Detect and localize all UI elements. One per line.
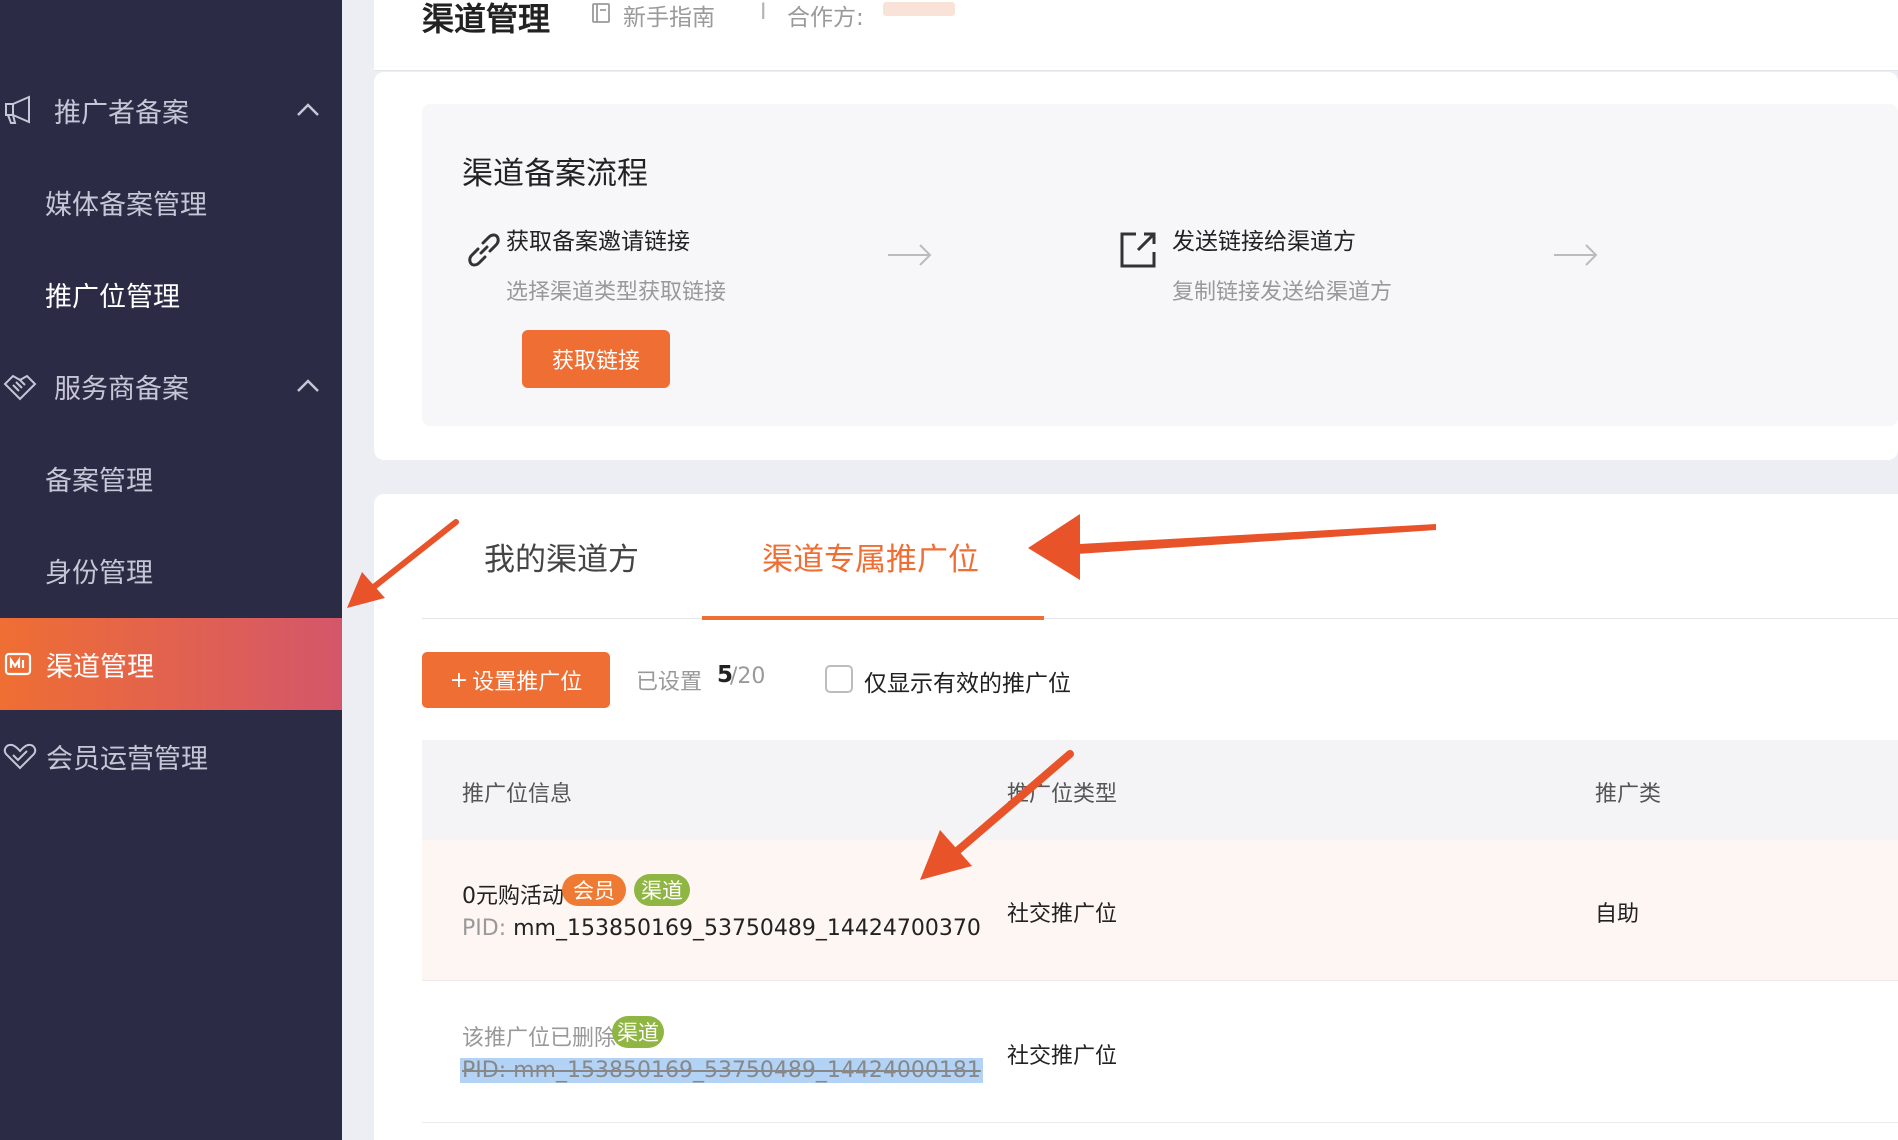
sidebar-item-filing-management[interactable]: 备案管理 (0, 432, 342, 524)
slot-count-label: 已设置 (636, 670, 703, 695)
sidebar-item-label: 会员运营管理 (46, 743, 208, 775)
flow-title: 渠道备案流程 (462, 156, 648, 192)
pid-value: mm_153850169_53750489_14424000181 (513, 1058, 981, 1083)
sidebar-item-label: 身份管理 (45, 557, 153, 589)
sidebar-item-media-filing[interactable]: 媒体备案管理 (0, 156, 342, 248)
table-row[interactable]: 该推广位已删除 渠道 PID: mm_153850169_53750489_14… (422, 982, 1898, 1123)
active-tab-indicator (702, 616, 1044, 620)
pid-label: PID: (462, 1058, 507, 1083)
step-title: 发送链接给渠道方 (1172, 229, 1356, 255)
add-slot-label: 设置推广位 (472, 670, 583, 695)
arrow-right-icon (1554, 244, 1598, 266)
channel-icon (4, 652, 32, 676)
tab-channel-slots[interactable]: 渠道专属推广位 (762, 534, 979, 579)
table-row[interactable]: 0元购活动 会员 渠道 PID: mm_153850169_53750489_1… (422, 840, 1898, 981)
sidebar-item-label: 推广位管理 (45, 281, 180, 313)
sidebar: 推广者备案 媒体备案管理 推广位管理 服务商备案 备案管理 身份管理 渠道管理 … (0, 0, 342, 1140)
sidebar-item-member-ops[interactable]: 会员运营管理 (0, 710, 342, 802)
partner-name-redacted (883, 2, 955, 16)
pid-label: PID: (462, 916, 507, 941)
chevron-up-icon[interactable] (294, 96, 322, 124)
sidebar-group-promoter-filing[interactable]: 推广者备案 (0, 64, 342, 156)
column-header: 推广类 (1595, 782, 1662, 807)
guide-link[interactable]: 新手指南 (623, 0, 715, 32)
sidebar-item-label: 备案管理 (45, 465, 153, 497)
valid-only-checkbox[interactable] (825, 665, 853, 693)
sidebar-group-label: 服务商备案 (54, 373, 189, 405)
chevron-up-icon[interactable] (294, 372, 322, 400)
step-title: 获取备案邀请链接 (506, 229, 690, 255)
column-header: 推广位信息 (462, 782, 573, 807)
sidebar-item-channel-management[interactable]: 渠道管理 (0, 618, 342, 710)
channel-tag: 渠道 (612, 1016, 664, 1048)
handshake-icon (3, 374, 37, 401)
step-desc: 选择渠道类型获取链接 (506, 280, 727, 305)
slots-panel: 我的渠道方 渠道专属推广位 + 设置推广位 已设置 5 /20 仅显示有效的推广… (374, 494, 1898, 1140)
get-link-button[interactable]: 获取链接 (522, 330, 670, 388)
column-header: 推广位类型 (1007, 782, 1118, 807)
channel-tag: 渠道 (634, 874, 690, 906)
sidebar-item-label: 渠道管理 (46, 651, 154, 683)
arrow-right-icon (888, 244, 932, 266)
link-icon (468, 233, 500, 267)
header-separator: I (760, 0, 767, 25)
slot-count-total: /20 (730, 664, 766, 689)
tab-my-channels[interactable]: 我的渠道方 (484, 534, 639, 579)
pid-line: PID: mm_153850169_53750489_14424000181 (460, 1058, 983, 1083)
sidebar-item-identity-management[interactable]: 身份管理 (0, 524, 342, 616)
member-tag: 会员 (562, 874, 626, 906)
valid-only-label[interactable]: 仅显示有效的推广位 (864, 664, 1071, 698)
partner-label: 合作方: (787, 5, 864, 31)
plus-icon: + (449, 667, 469, 693)
table-header: 推广位信息 推广位类型 推广类 (422, 740, 1898, 840)
share-icon (1120, 232, 1156, 268)
filing-flow-panel: 渠道备案流程 获取备案邀请链接 选择渠道类型获取链接 获取链接 发送链接给渠道方… (374, 72, 1898, 460)
filing-flow-card: 渠道备案流程 获取备案邀请链接 选择渠道类型获取链接 获取链接 发送链接给渠道方… (422, 104, 1898, 426)
sidebar-group-label: 推广者备案 (54, 97, 189, 129)
slot-name: 该推广位已删除 (462, 1026, 617, 1051)
sidebar-item-slot-management[interactable]: 推广位管理 (0, 248, 342, 340)
add-slot-button[interactable]: + 设置推广位 (422, 652, 610, 708)
slot-type: 社交推广位 (1007, 1044, 1118, 1069)
megaphone-icon (5, 95, 30, 124)
pid-value: mm_153850169_53750489_14424700370 (513, 916, 981, 941)
book-icon[interactable] (590, 2, 612, 24)
slot-mode: 自助 (1595, 902, 1640, 927)
heart-check-icon (3, 743, 37, 770)
slot-name: 0元购活动 (462, 884, 564, 909)
page-title: 渠道管理 (422, 0, 551, 38)
top-header: 渠道管理 新手指南 I 合作方: (374, 0, 1898, 71)
sidebar-group-provider-filing[interactable]: 服务商备案 (0, 340, 342, 432)
pid-line: PID: mm_153850169_53750489_14424700370 (462, 916, 981, 941)
tabs-divider (422, 618, 1898, 619)
step-desc: 复制链接发送给渠道方 (1172, 280, 1393, 305)
slot-type: 社交推广位 (1007, 902, 1118, 927)
sidebar-item-label: 媒体备案管理 (45, 189, 207, 221)
